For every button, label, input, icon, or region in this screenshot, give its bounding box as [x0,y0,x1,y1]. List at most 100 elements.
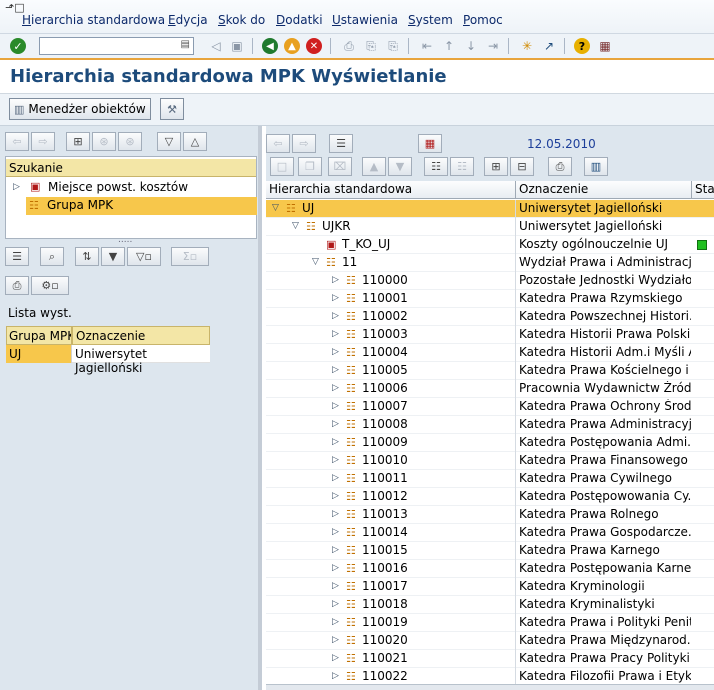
expand-arrow-icon[interactable]: ▷ [332,275,339,285]
expand-arrow-icon[interactable]: ▷ [332,581,339,591]
export-icon[interactable]: ⚙▫ [31,276,69,295]
sort-icon[interactable]: ⇅ [75,247,99,266]
expand-arrow-icon[interactable]: ▷ [332,293,339,303]
tree-row[interactable]: ▷ ☷ 110016 Katedra Postępowania Karne... [266,560,714,578]
collapse-arrow-icon[interactable]: ▽ [312,257,319,267]
tree-row[interactable]: ▽ ☷ 11 Wydział Prawa i Administracji [266,254,714,272]
save-icon[interactable]: ▣ [228,37,246,55]
expand-arrow-icon[interactable]: ▷ [332,383,339,393]
tree-cell-node[interactable]: ▷ ☷ 110002 [266,308,516,326]
expand-arrow-icon[interactable]: ▷ [332,347,339,357]
collapse-all-icon[interactable]: △ [183,132,207,151]
enter-icon[interactable]: ✓ [10,38,26,54]
details-icon[interactable]: ☰ [5,247,29,266]
tree-row[interactable]: ▷ ☷ 110014 Katedra Prawa Gospodarcze... [266,524,714,542]
tree-row[interactable]: ▷ ☷ 110006 Pracownia Wydawnictw Źródł... [266,380,714,398]
tree-cell-node[interactable]: ▷ ☷ 110007 [266,398,516,416]
column-header-group[interactable]: Grupa MPK [6,326,72,345]
hierarchy-expand-icon[interactable]: ☷ [424,157,448,176]
create-icon[interactable]: □ [270,157,294,176]
next-icon[interactable]: ⇨ [292,134,316,153]
tools-button[interactable]: ⚒ [160,98,184,120]
calendar-icon[interactable]: ▦ [418,134,442,153]
menu-skok-do[interactable]: Skok do [218,13,265,27]
expand-arrow-icon[interactable]: ▷ [332,437,339,447]
tree-row[interactable]: ▽ ☷ UJ Uniwersytet Jagielloński [266,200,714,218]
expand-arrow-icon[interactable]: ▷ [332,365,339,375]
tree-row[interactable]: ▷ ☷ 110007 Katedra Prawa Ochrony Środ... [266,398,714,416]
filter-icon[interactable]: ▼ [101,247,125,266]
print-tree-icon[interactable]: ⎙ [548,157,572,176]
tree-cell-node[interactable]: ▽ ☷ 11 [266,254,516,272]
sum-icon[interactable]: Σ▫ [171,247,209,266]
tree-row[interactable]: ▷ ☷ 110010 Katedra Prawa Finansowego [266,452,714,470]
tree-row[interactable]: ▷ ☷ 110011 Katedra Prawa Cywilnego [266,470,714,488]
tree-node2-icon[interactable]: ⊛ [118,132,142,151]
expand-arrow-icon[interactable]: ▷ [332,473,339,483]
print-icon[interactable]: ⎙ [340,37,358,55]
menu-dodatki[interactable]: Dodatki [276,13,323,27]
tree-row[interactable]: ▷ ☷ 110015 Katedra Prawa Karnego [266,542,714,560]
tree-row[interactable]: ▷ ☷ 110013 Katedra Prawa Rolnego [266,506,714,524]
menu-ustawienia[interactable]: Ustawienia [332,13,398,27]
prev-icon[interactable]: ⇦ [5,132,29,151]
tree-config-icon[interactable]: ⊞ [66,132,90,151]
column-header-status[interactable]: Staf [692,181,714,199]
tree-item-cost-centers[interactable]: ▷ ▣ Miejsce powst. kosztów [10,179,250,197]
tree-row[interactable]: ▷ ☷ 110009 Katedra Postępowania Admi... [266,434,714,452]
menu-edycja[interactable]: Edycja [168,13,208,27]
tree-cell-node[interactable]: ▷ ☷ 110017 [266,578,516,596]
expand-arrow-icon[interactable]: ▷ [332,491,339,501]
tree-cell-node[interactable]: ▷ ☷ 110014 [266,524,516,542]
tree-cell-node[interactable]: ▷ ☷ 110009 [266,434,516,452]
column-header-hierarchy[interactable]: Hierarchia standardowa [266,181,516,199]
back-icon[interactable]: ◀ [262,38,278,54]
list-icon[interactable]: ☰ [329,134,353,153]
object-manager-button[interactable]: ▥ Menedżer obiektów [9,98,151,120]
tree-cell-node[interactable]: ▷ ☷ 110005 [266,362,516,380]
tree-item-cost-center-group[interactable]: ☷ Grupa MPK [26,197,257,215]
menu-pomoc[interactable]: Pomoc [463,13,503,27]
expand-arrow-icon[interactable]: ▷ [332,419,339,429]
tree-row[interactable]: ▷ ☷ 110005 Katedra Prawa Kościelnego i ... [266,362,714,380]
menu-hierarchia[interactable]: Hierarchia standardowa [22,13,165,27]
expand-arrow-icon[interactable]: ▷ [332,311,339,321]
expand-arrow-icon[interactable]: ▷ [332,527,339,537]
shortcut-icon[interactable]: ↗ [540,37,558,55]
move-down-icon[interactable]: ▼ [388,157,412,176]
tree-cell-node[interactable]: ▷ ☷ 110000 [266,272,516,290]
tree-row[interactable]: ▷ ☷ 110004 Katedra Historii Adm.i Myśli A..… [266,344,714,362]
expand-arrow-icon[interactable]: ▷ [332,617,339,627]
tree-cell-node[interactable]: ▷ ☷ 110018 [266,596,516,614]
expand-arrow-icon[interactable]: ▷ [332,653,339,663]
expand-arrow-icon[interactable]: ▷ [13,182,20,192]
expand-arrow-icon[interactable]: ▷ [332,329,339,339]
tree-node-icon[interactable]: ⊛ [92,132,116,151]
cancel-icon[interactable]: ✕ [306,38,322,54]
expand-arrow-icon[interactable]: ▷ [332,545,339,555]
layout-menu-icon[interactable]: ▦ [596,37,614,55]
find-next-icon[interactable]: ⎘ [384,37,402,55]
tree-cell-node[interactable]: ▷ ☷ 110012 [266,488,516,506]
next-icon[interactable]: ⇨ [31,132,55,151]
move-up-icon[interactable]: ▲ [362,157,386,176]
tree-row[interactable]: ▷ ☷ 110018 Katedra Kryminalistyki [266,596,714,614]
expand-arrow-icon[interactable]: ▷ [332,401,339,411]
exit-icon[interactable]: ▲ [284,38,300,54]
copy-icon[interactable]: ❐ [298,157,322,176]
tree-row[interactable]: ▷ ☷ 110001 Katedra Prawa Rzymskiego [266,290,714,308]
tree-cell-node[interactable]: ▷ ☷ 110010 [266,452,516,470]
next-page-icon[interactable]: ↓ [462,37,480,55]
print-list-icon[interactable]: ⎙ [5,276,29,295]
tree-row[interactable]: ▽ ☷ UJKR Uniwersytet Jagielloński [266,218,714,236]
dropdown-icon[interactable]: ▤ [181,39,190,50]
tree-row[interactable]: ▷ ☷ 110003 Katedra Historii Prawa Polski... [266,326,714,344]
expand-arrow-icon[interactable]: ▷ [332,599,339,609]
list-cell-desc[interactable]: Uniwersytet Jagielloński [72,345,210,375]
tree-cell-node[interactable]: ▷ ☷ 110013 [266,506,516,524]
expand-arrow-icon[interactable]: ▷ [332,455,339,465]
collapse-arrow-icon[interactable]: ▽ [292,221,299,231]
tree-row[interactable]: ▷ ☷ 110012 Katedra Postępowowania Cy... [266,488,714,506]
list-cell-group[interactable]: UJ [6,345,72,363]
tree-cell-node[interactable]: ▷ ☷ 110020 [266,632,516,650]
